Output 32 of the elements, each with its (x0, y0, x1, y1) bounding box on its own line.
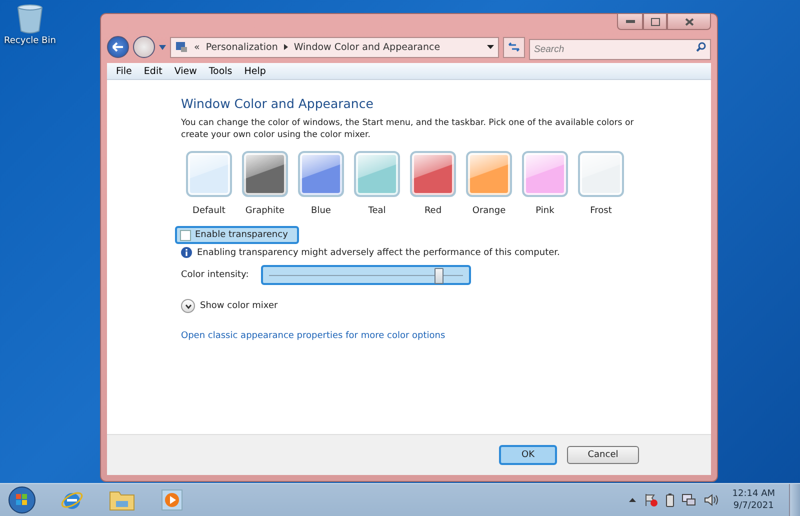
menu-item[interactable]: View (169, 66, 202, 76)
breadcrumb-item[interactable]: Personalization (206, 42, 278, 52)
clock[interactable]: 12:14 AM 9/7/2021 (726, 488, 781, 512)
swatch-label: Blue (311, 206, 331, 216)
page-heading: Window Color and Appearance (181, 96, 374, 111)
dialog-button[interactable]: Cancel (567, 446, 639, 464)
swatch-label: Teal (368, 206, 386, 216)
breadcrumb-item[interactable]: Window Color and Appearance (294, 42, 440, 52)
clock-time: 12:14 AM (732, 488, 775, 500)
swatch-label: Graphite (245, 206, 285, 216)
transparency-checkbox[interactable]: Enable transparency (175, 226, 299, 244)
dialog-button[interactable]: OK (499, 445, 557, 465)
address-bar[interactable]: « Personalization Window Color and Appearance (170, 36, 499, 58)
color-mixer-toggle[interactable]: Show color mixer (181, 299, 711, 313)
description-text: You can change the color of windows, the Start menu, and the taskbar. Pick one of the available colors or create your own color using the color mixer. (181, 117, 635, 141)
menu-item[interactable]: Edit (138, 66, 168, 76)
slider-label: Color intensity: (181, 270, 249, 280)
swatch-label: Default (192, 206, 226, 216)
classic-appearance-link[interactable]: Open classic appearance properties for more color options (181, 331, 446, 341)
icon-label: Recycle Bin (4, 36, 56, 46)
swatch-label: Orange (472, 206, 506, 216)
search-field[interactable]: Search (529, 38, 711, 60)
swatch-label: Red (424, 206, 442, 216)
info-text: Enabling transparency might adversely affect the performance of this computer. (197, 248, 560, 258)
swatch-label: Frost (590, 206, 612, 216)
breadcrumb-overflow[interactable]: « (194, 42, 200, 52)
desktop-icon[interactable]: Recycle Bin (4, 4, 56, 46)
swatch-label: Pink (536, 206, 554, 216)
menu-item[interactable]: Tools (204, 66, 238, 76)
clock-date: 9/7/2021 (733, 500, 774, 512)
menu-item[interactable]: Help (239, 66, 271, 76)
menu-item[interactable]: File (111, 66, 137, 76)
